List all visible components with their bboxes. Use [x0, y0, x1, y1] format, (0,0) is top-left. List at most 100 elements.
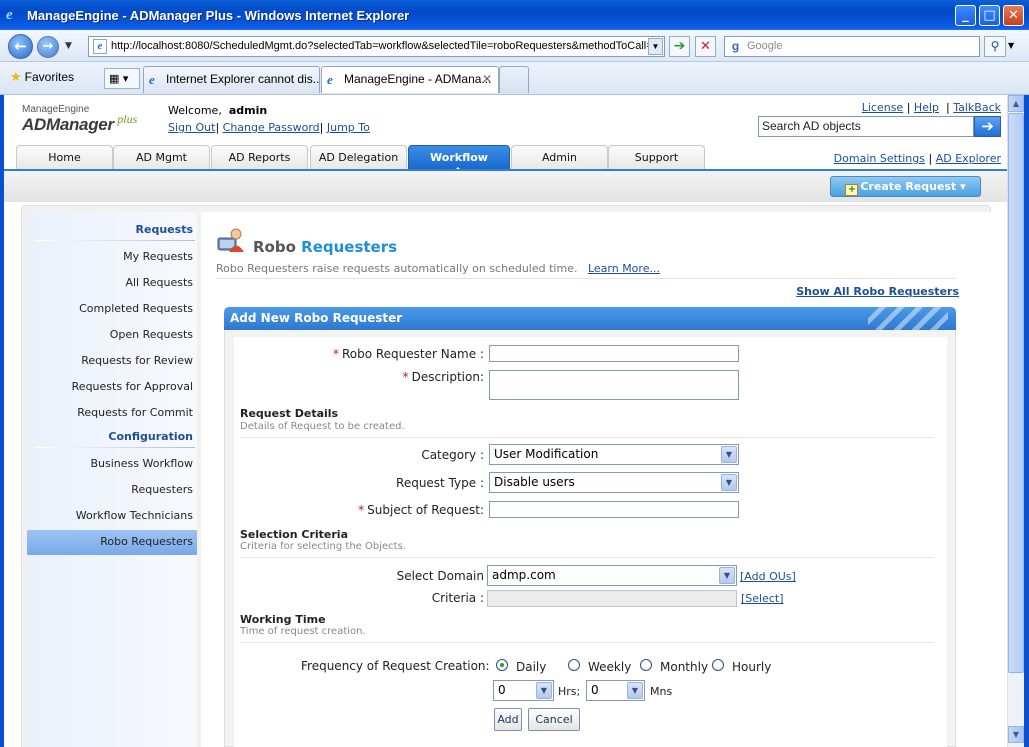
chevron-down-icon[interactable]: ▼ [719, 567, 735, 584]
separator: | [946, 101, 950, 114]
main-panel: Robo Requesters Robo Requesters raise re… [201, 212, 991, 747]
add-ous-link[interactable]: [Add OUs] [740, 570, 796, 583]
robo-requester-name-field[interactable] [489, 345, 739, 362]
scroll-up-icon[interactable]: ▲ [1008, 95, 1024, 112]
chevron-down-icon[interactable]: ▼ [721, 474, 737, 491]
tab-support[interactable]: Support [608, 145, 705, 169]
talkback-link[interactable]: TalkBack [953, 101, 1001, 114]
history-dropdown-icon[interactable]: ▼ [65, 41, 72, 51]
browser-tab-error[interactable]: e Internet Explorer cannot dis... [143, 66, 320, 93]
sidebar-item-open-requests[interactable]: Open Requests [110, 328, 193, 341]
tab-admin[interactable]: Admin [511, 145, 608, 169]
separator: | [215, 121, 220, 134]
tab-ad-mgmt[interactable]: AD Mgmt [113, 145, 210, 169]
frequency-weekly-label: Weekly [588, 660, 632, 674]
learn-more-link[interactable]: Learn More... [588, 262, 660, 275]
close-tab-icon[interactable]: ✕ [482, 67, 492, 92]
subject-of-request-field[interactable] [489, 501, 739, 518]
sign-out-link[interactable]: Sign Out [168, 121, 215, 134]
sidebar-item-business-workflow[interactable]: Business Workflow [90, 457, 193, 470]
sidebar-item-robo-requesters[interactable]: Robo Requesters [100, 535, 193, 548]
page-scrollbar[interactable]: ▲ ▼ [1007, 95, 1024, 747]
close-window-button[interactable]: ✕ [1003, 5, 1024, 26]
domain-select[interactable]: admp.com ▼ [487, 565, 737, 586]
tab-home[interactable]: Home [16, 145, 113, 169]
domain-value: admp.com [492, 568, 556, 582]
sidebar-item-my-requests[interactable]: My Requests [123, 250, 193, 263]
show-all-robo-requesters-link[interactable]: Show All Robo Requesters [796, 285, 959, 298]
request-type-label: Request Type : [396, 476, 484, 490]
change-password-link[interactable]: Change Password [223, 121, 320, 134]
address-bar[interactable]: e http://localhost:8080/ScheduledMgmt.do… [88, 36, 665, 57]
welcome-text: Welcome, admin [168, 104, 267, 117]
help-link[interactable]: Help [914, 101, 939, 114]
new-tab-button[interactable] [499, 66, 529, 93]
create-request-button[interactable]: + Create Request ▾ [830, 176, 981, 197]
license-link[interactable]: License [862, 101, 903, 114]
working-time-subtitle: Time of request creation. [240, 626, 366, 637]
tab-workflow[interactable]: Workflow [408, 145, 510, 172]
search-options-icon[interactable]: ▼ [1008, 41, 1014, 50]
scroll-down-icon[interactable]: ▼ [1008, 726, 1024, 743]
search-input[interactable]: g Google [724, 36, 980, 57]
frequency-hourly-radio[interactable] [712, 659, 724, 671]
sidebar-item-completed-requests[interactable]: Completed Requests [79, 302, 193, 315]
divider [240, 557, 934, 558]
favorites-label: Favorites [24, 70, 75, 84]
search-button[interactable]: ⚲ [984, 36, 1006, 57]
maximize-button[interactable]: □ [979, 5, 1000, 26]
form-inner: * Robo Requester Name : * Description: Req… [234, 337, 947, 747]
required-marker: * [332, 347, 339, 361]
browser-tab-admanager[interactable]: e ManageEngine - ADMana... ✕ [321, 66, 499, 93]
top-links: License | Help | TalkBack [862, 101, 1001, 114]
cancel-button[interactable]: Cancel [528, 708, 580, 731]
sidebar-item-workflow-technicians[interactable]: Workflow Technicians [76, 509, 193, 522]
criteria-field[interactable] [487, 590, 737, 607]
address-toolbar: ← → ▼ e http://localhost:8080/ScheduledM… [0, 30, 1029, 62]
quick-tabs-button[interactable]: ▦ ▾ [104, 68, 140, 89]
hours-select[interactable]: 0 ▼ [493, 680, 554, 701]
address-dropdown-icon[interactable]: ▼ [648, 38, 663, 55]
chevron-down-icon[interactable]: ▼ [536, 682, 552, 699]
ie-tab-icon: e [149, 72, 155, 87]
tab-ad-reports[interactable]: AD Reports [211, 145, 308, 169]
sidebar-item-all-requests[interactable]: All Requests [125, 276, 193, 289]
add-button[interactable]: Add [494, 708, 522, 731]
url-text: http://localhost:8080/ScheduledMgmt.do?s… [111, 40, 653, 52]
domain-settings-link[interactable]: Domain Settings [834, 152, 925, 165]
minutes-select[interactable]: 0 ▼ [586, 680, 645, 701]
chevron-down-icon[interactable]: ▼ [627, 682, 643, 699]
ad-search-input[interactable]: Search AD objects [758, 116, 974, 137]
scroll-thumb[interactable] [1008, 113, 1024, 673]
jump-to-link[interactable]: Jump To [327, 121, 370, 134]
minimize-button[interactable]: _ [955, 5, 976, 26]
ad-explorer-link[interactable]: AD Explorer [936, 152, 1001, 165]
go-button[interactable]: ➔ [669, 36, 690, 57]
stop-button[interactable]: ✕ [695, 36, 716, 57]
favorites-button[interactable]: ★ Favorites [10, 69, 74, 85]
category-label: Category : [421, 448, 484, 462]
sidebar-item-requesters[interactable]: Requesters [131, 483, 193, 496]
required-marker: * [358, 503, 365, 517]
sidebar-item-requests-for-commit[interactable]: Requests for Commit [77, 406, 193, 419]
select-criteria-link[interactable]: [Select] [741, 592, 784, 605]
admanager-logo: ManageEngine ADManager plus [22, 104, 137, 135]
frequency-daily-radio[interactable] [496, 659, 508, 671]
frequency-monthly-radio[interactable] [640, 659, 652, 671]
category-select[interactable]: User Modification ▼ [489, 444, 739, 465]
title-part-2: Requesters [301, 238, 398, 256]
chevron-down-icon[interactable]: ▼ [721, 446, 737, 463]
forward-button[interactable]: → [37, 36, 59, 58]
sidebar-item-requests-for-review[interactable]: Requests for Review [81, 354, 193, 367]
ad-search-go-button[interactable]: ➔ [974, 116, 1001, 137]
sidebar-heading-configuration: Configuration [108, 430, 193, 443]
sidebar-item-requests-for-approval[interactable]: Requests for Approval [72, 380, 193, 393]
selection-criteria-title: Selection Criteria [240, 528, 348, 541]
description-field[interactable] [489, 370, 739, 400]
back-button[interactable]: ← [8, 34, 33, 59]
tab-ad-delegation[interactable]: AD Delegation [310, 145, 407, 169]
request-type-select[interactable]: Disable users ▼ [489, 472, 739, 493]
frequency-weekly-radio[interactable] [568, 659, 580, 671]
star-icon: ★ [10, 69, 22, 84]
form-title: Add New Robo Requester [230, 311, 403, 325]
